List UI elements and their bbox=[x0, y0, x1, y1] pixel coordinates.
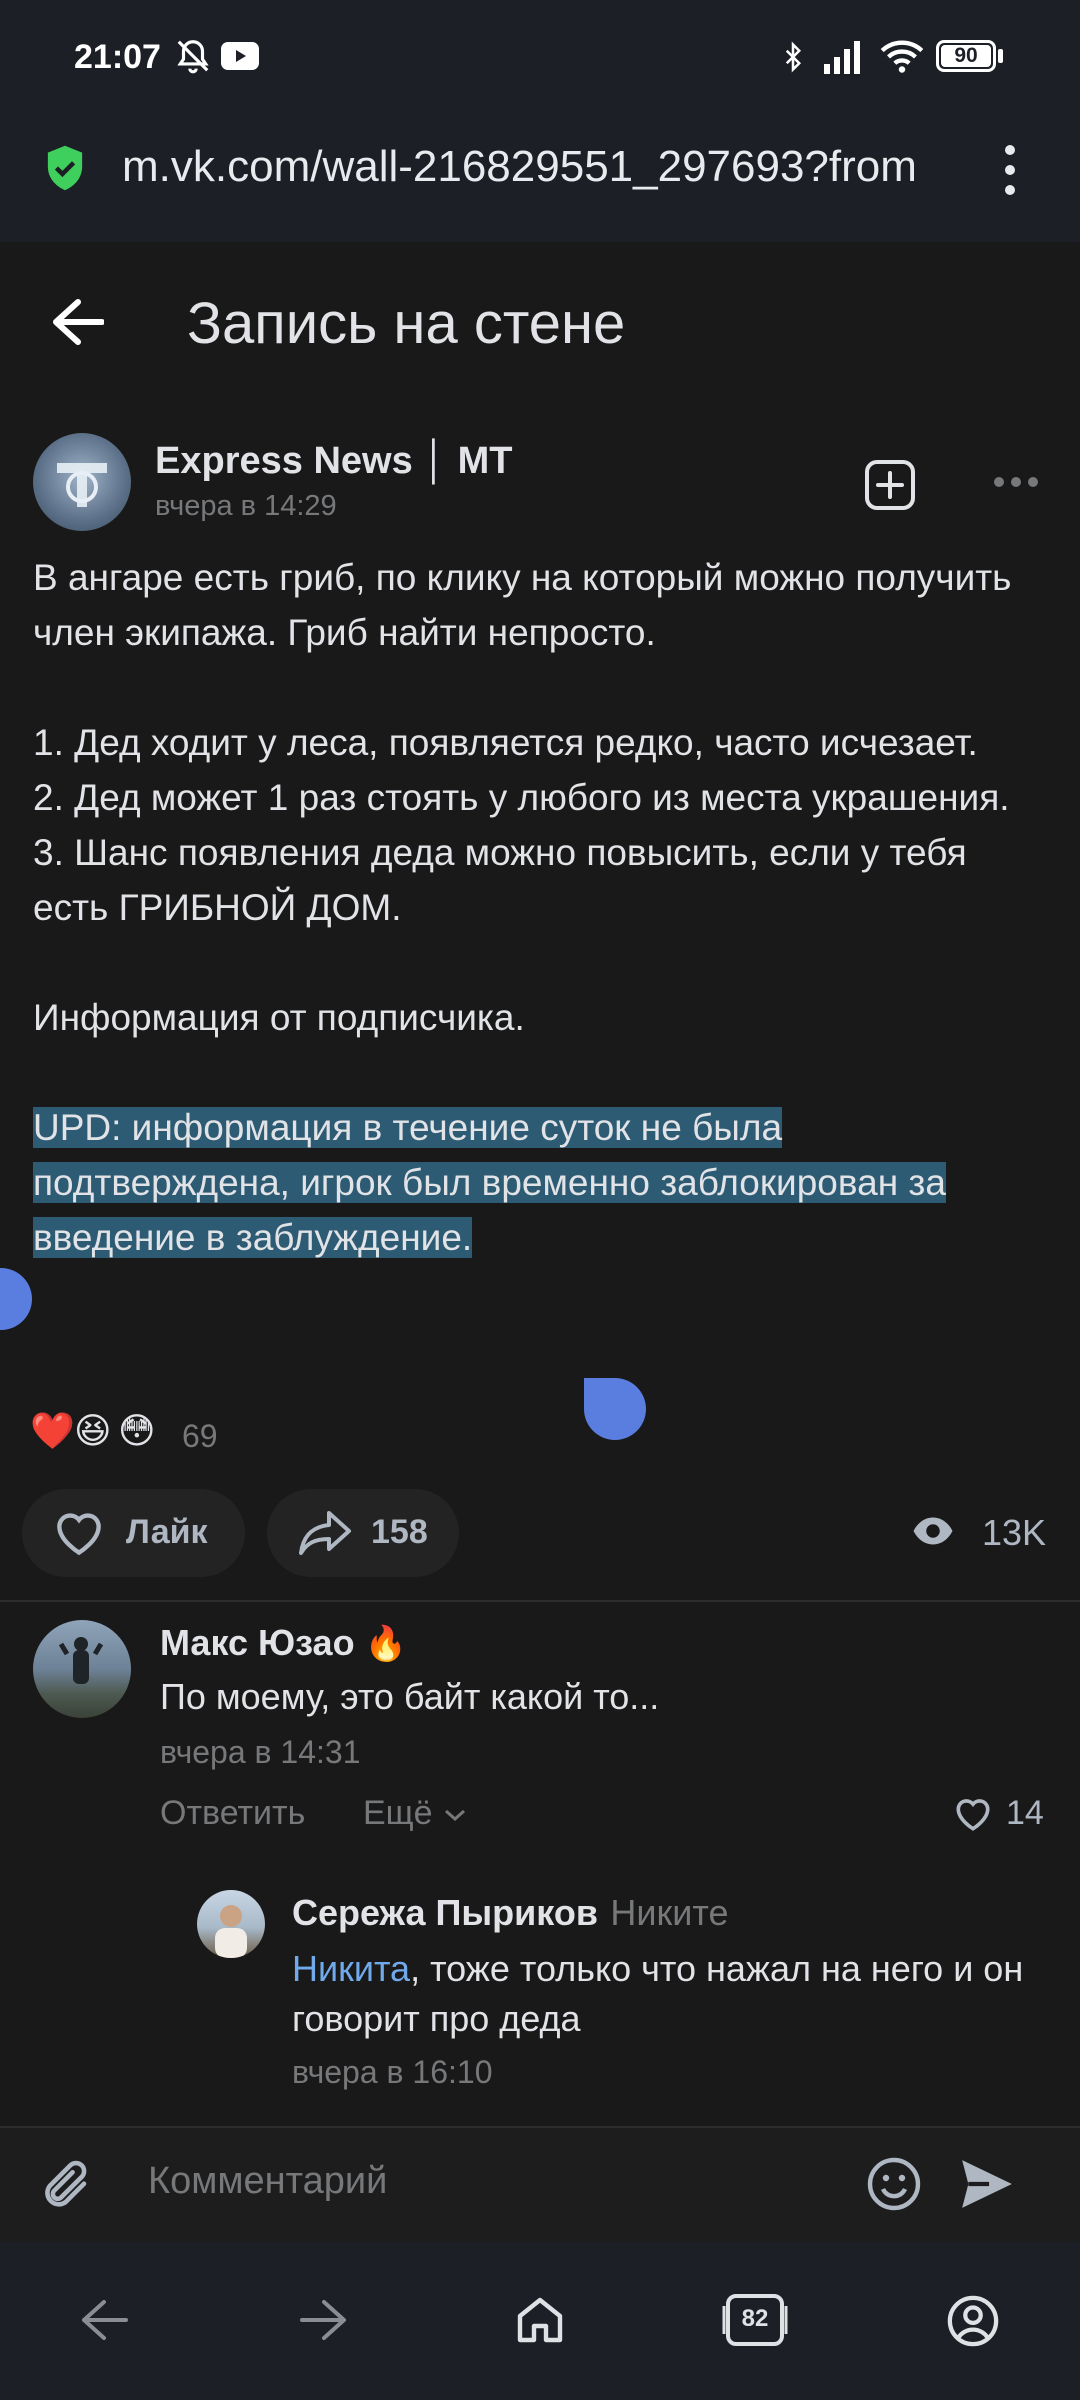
share-icon bbox=[297, 1509, 353, 1557]
selection-handle-start[interactable] bbox=[0, 1268, 32, 1330]
share-button[interactable]: 158 bbox=[267, 1489, 459, 1577]
share-count: 158 bbox=[371, 1513, 428, 1551]
emoji-icon[interactable] bbox=[866, 2156, 922, 2212]
reply-avatar[interactable] bbox=[197, 1890, 265, 1958]
battery-icon: 90 bbox=[936, 40, 996, 72]
kebab-menu-icon[interactable] bbox=[1000, 142, 1020, 198]
like-button[interactable]: Лайк bbox=[22, 1489, 245, 1577]
comment-text: По моему, это байт какой то... bbox=[160, 1676, 660, 1717]
home-icon[interactable] bbox=[514, 2294, 566, 2346]
youtube-icon bbox=[221, 42, 259, 70]
bluetooth-icon bbox=[778, 38, 808, 76]
tabs-count: 82 bbox=[741, 2305, 769, 2332]
wifi-icon bbox=[880, 38, 924, 74]
post-author[interactable]: Express News │ MT bbox=[155, 440, 512, 483]
send-icon[interactable] bbox=[958, 2156, 1016, 2212]
comment-date[interactable]: вчера в 14:31 bbox=[160, 1734, 360, 1771]
reply-date[interactable]: вчера в 16:10 bbox=[292, 2054, 492, 2091]
forward-arrow-icon[interactable] bbox=[298, 2298, 348, 2342]
reply-to[interactable]: Никите bbox=[610, 1892, 728, 1933]
heart-icon bbox=[52, 1509, 106, 1557]
reaction-surprised: 😳 bbox=[118, 1410, 156, 1451]
divider bbox=[0, 1600, 1080, 1602]
selected-text[interactable]: UPD: информация в течение суток не была … bbox=[33, 1107, 946, 1258]
comment-author[interactable]: Макс Юзао 🔥 bbox=[160, 1622, 407, 1664]
reply-author[interactable]: Сережа Пыриков bbox=[292, 1892, 598, 1933]
reaction-heart: ❤️ bbox=[30, 1410, 75, 1451]
views-count: 13K bbox=[982, 1512, 1047, 1553]
bell-off-icon bbox=[174, 36, 212, 76]
like-label: Лайк bbox=[126, 1513, 208, 1551]
back-arrow-icon[interactable] bbox=[80, 2298, 130, 2342]
more-button[interactable]: Ещё bbox=[363, 1794, 468, 1833]
paperclip-icon[interactable] bbox=[40, 2154, 96, 2218]
comment-like-count: 14 bbox=[1006, 1794, 1044, 1832]
eye-icon bbox=[912, 1516, 954, 1546]
fire-badge-icon: 🔥 bbox=[364, 1625, 407, 1663]
post-date[interactable]: вчера в 14:29 bbox=[155, 490, 337, 523]
tabs-icon[interactable]: 82 bbox=[722, 2292, 788, 2348]
group-avatar[interactable] bbox=[33, 433, 131, 531]
post-paragraph: В ангаре есть гриб, по клику на который … bbox=[33, 557, 1012, 653]
status-time: 21:07 bbox=[74, 38, 161, 76]
add-to-bookmarks-icon[interactable] bbox=[864, 459, 916, 511]
battery-tip bbox=[998, 49, 1003, 63]
reply-author-line: Сережа Пыриков Никите bbox=[292, 1892, 728, 1934]
selection-handle-end[interactable] bbox=[584, 1378, 646, 1440]
more-options-icon[interactable] bbox=[993, 475, 1039, 489]
more-label: Ещё bbox=[363, 1794, 433, 1832]
reaction-count: 69 bbox=[182, 1418, 218, 1454]
mention-link[interactable]: Никита bbox=[292, 1948, 410, 1989]
reply-text: Никита, тоже только что нажал на него и … bbox=[292, 1944, 1052, 2044]
comment-like-heart-icon[interactable] bbox=[953, 1796, 993, 1832]
comment-input[interactable]: Комментарий bbox=[148, 2160, 387, 2203]
signal-icon bbox=[824, 40, 864, 74]
chevron-down-icon bbox=[442, 1807, 468, 1823]
post-paragraph: Информация от подписчика. bbox=[33, 997, 525, 1038]
shield-check-icon[interactable] bbox=[44, 144, 86, 192]
page-title: Запись на стене bbox=[187, 291, 626, 356]
comment-author-name: Макс Юзао bbox=[160, 1622, 355, 1663]
comment-avatar[interactable] bbox=[33, 1620, 131, 1718]
post-paragraph: 1. Дед ходит у леса, появляется редко, ч… bbox=[33, 722, 1010, 928]
account-icon[interactable] bbox=[946, 2294, 1000, 2348]
arrow-left-icon[interactable] bbox=[50, 298, 104, 346]
battery-level: 90 bbox=[954, 44, 978, 67]
url-text[interactable]: m.vk.com/wall-216829551_297693?from bbox=[122, 142, 962, 192]
reply-button[interactable]: Ответить bbox=[160, 1794, 305, 1833]
reaction-laugh: 😆 bbox=[74, 1410, 112, 1451]
post-text: В ангаре есть гриб, по клику на который … bbox=[33, 550, 1043, 1265]
